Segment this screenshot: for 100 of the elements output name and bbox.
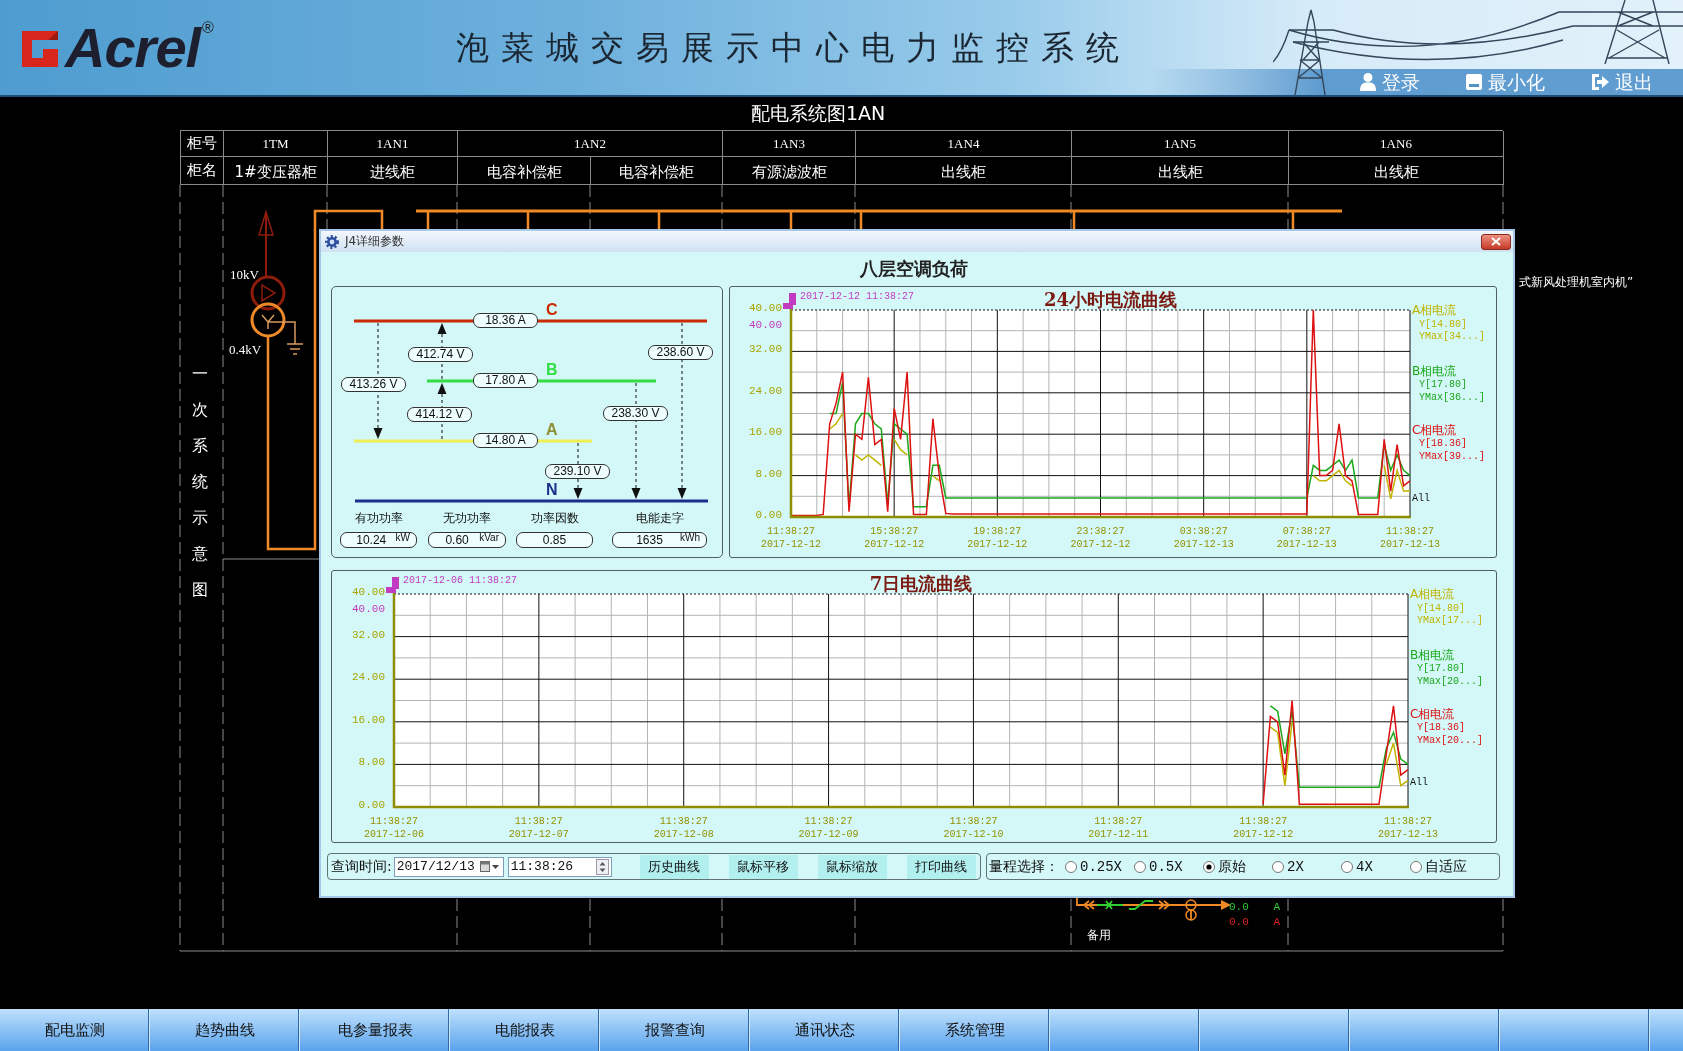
axis-tick-label: 32.00 xyxy=(352,628,385,641)
close-icon xyxy=(1491,237,1501,246)
phase-label: B xyxy=(546,361,558,379)
nav-button[interactable]: 通讯状态 xyxy=(750,1009,900,1051)
dialog-title: J4详细参数 xyxy=(345,233,406,250)
current-reading: 0.0 A xyxy=(1229,900,1281,914)
axis-tick-label: 11:38:27 2017-12-09 xyxy=(798,816,859,840)
close-button[interactable] xyxy=(1481,233,1511,250)
axis-tick-label: 07:38:27 2017-12-13 xyxy=(1276,526,1337,550)
legend-all-button[interactable]: All xyxy=(1412,493,1430,504)
phase-label: A xyxy=(546,421,558,439)
spinner-icon xyxy=(595,858,609,875)
axis-tick-label: 32.00 xyxy=(749,343,782,356)
legend-label: C相电流 xyxy=(1412,422,1457,437)
voltage-reading: 238.60 V xyxy=(648,345,713,360)
cursor-value: 40.00 xyxy=(749,319,782,331)
gear-icon xyxy=(325,234,339,249)
registered-mark: ® xyxy=(202,18,214,36)
voltage-reading: 414.12 V xyxy=(407,407,472,422)
history-curve-button[interactable]: 历史曲线 xyxy=(639,854,709,879)
range-option[interactable]: 4X xyxy=(1341,858,1410,875)
caret-icon xyxy=(491,864,499,869)
chart-title: 24小时电流曲线 xyxy=(1043,289,1178,310)
row-header: 柜名 xyxy=(181,157,224,185)
metric-readout: 1635 kWh xyxy=(612,532,707,548)
nav-button[interactable]: 电参量报表 xyxy=(300,1009,450,1051)
legend-all-button[interactable]: All xyxy=(1410,777,1428,788)
legend-label: C相电流 xyxy=(1410,706,1455,721)
legend-reading: Y[17.80] xyxy=(1417,663,1465,674)
range-option[interactable]: 原始 xyxy=(1203,857,1272,876)
table-cell: 1#变压器柜 xyxy=(224,157,328,185)
axis-tick-label: 16.00 xyxy=(749,426,782,439)
axis-tick-label: 24.00 xyxy=(352,671,385,684)
legend-reading: Y[17.80] xyxy=(1419,379,1467,390)
print-button[interactable]: 打印曲线 xyxy=(906,854,976,879)
range-option[interactable]: 2X xyxy=(1272,858,1341,875)
cursor-time: 2017-12-06 11:38:27 xyxy=(403,575,518,586)
legend-max-reading: YMax[20...] xyxy=(1417,734,1483,746)
row-header: 柜号 xyxy=(181,131,224,157)
legend-label: B相电流 xyxy=(1412,363,1457,378)
axis-tick-label: 11:38:27 2017-12-08 xyxy=(653,816,714,840)
legend-max-reading: YMax[39...] xyxy=(1419,450,1485,462)
table-cell: 电容补偿柜 xyxy=(591,157,723,185)
table-cell: 1AN2 xyxy=(458,131,723,157)
nav-button[interactable]: 报警查询 xyxy=(600,1009,750,1051)
axis-tick-label: 03:38:27 2017-12-13 xyxy=(1173,526,1234,550)
axis-tick-label: 19:38:27 2017-12-12 xyxy=(967,526,1028,550)
legend-reading: Y[14.80] xyxy=(1419,318,1467,330)
voltage-reading: 239.10 V xyxy=(545,464,610,479)
range-label: 量程选择： xyxy=(989,857,1059,876)
minimize-icon xyxy=(1466,74,1482,90)
phase-label: C xyxy=(546,301,558,319)
current-reading: 17.80 A xyxy=(473,373,538,388)
range-option[interactable]: 自适应 xyxy=(1410,857,1479,876)
table-cell: 1AN1 xyxy=(328,131,458,157)
metric-readout: 10.24 kW xyxy=(340,532,417,548)
logo-text: Acrel xyxy=(65,18,201,77)
zoom-button[interactable]: 鼠标缩放 xyxy=(817,854,887,879)
app-title: 泡菜城交易展示中心电力监控系统 xyxy=(456,27,1131,68)
legend-max-reading: YMax[36...] xyxy=(1419,391,1485,403)
metric-label: 有功功率 xyxy=(353,511,404,525)
table-cell: 1AN6 xyxy=(1289,131,1504,157)
axis-tick-label: 8.00 xyxy=(755,467,782,480)
axis-tick-label: 11:38:27 2017-12-11 xyxy=(1088,816,1149,840)
metric-readout: 0.85 xyxy=(516,532,593,548)
diagram-title: 配电系统图1AN xyxy=(750,101,887,126)
axis-tick-label: 11:38:27 2017-12-10 xyxy=(943,816,1004,840)
pan-button[interactable]: 鼠标平移 xyxy=(728,854,798,879)
voltage-reading: 413.26 V xyxy=(341,377,406,392)
nav-button[interactable]: 配电监测 xyxy=(0,1009,150,1051)
time-field[interactable]: 11:38:26 xyxy=(507,856,612,877)
axis-tick-label: 23:38:27 2017-12-12 xyxy=(1070,526,1131,550)
nav-button[interactable]: 趋势曲线 xyxy=(150,1009,300,1051)
table-cell: 出线柜 xyxy=(1072,157,1289,185)
voltage-reading: 238.30 V xyxy=(603,406,668,421)
nav-button[interactable]: 电能报表 xyxy=(450,1009,600,1051)
cursor-handle[interactable] xyxy=(386,577,399,593)
legend-reading: Y[18.36] xyxy=(1417,722,1465,733)
query-label: 查询时间: xyxy=(331,857,392,876)
range-option[interactable]: 0.25X xyxy=(1065,858,1134,875)
table-cell: 出线柜 xyxy=(1289,157,1504,185)
table-cell: 1AN5 xyxy=(1072,131,1289,157)
current-reading: 18.36 A xyxy=(473,313,538,328)
metric-label: 无功功率 xyxy=(442,511,492,525)
panel-heading: 八层空调负荷 xyxy=(858,257,969,281)
chart-title: 7日电流曲线 xyxy=(869,573,973,594)
legend-max-reading: YMax[17...] xyxy=(1417,615,1483,626)
date-field[interactable]: 2017/12/13 xyxy=(393,856,504,877)
voltage-label: 10kV xyxy=(230,267,259,282)
range-option[interactable]: 0.5X xyxy=(1134,858,1203,875)
legend-label: A相电流 xyxy=(1410,587,1455,601)
axis-tick-label: 24.00 xyxy=(749,384,782,397)
nav-button[interactable]: 系统管理 xyxy=(900,1009,1050,1051)
cursor-handle[interactable] xyxy=(783,293,796,309)
table-cell: 进线柜 xyxy=(328,157,458,185)
table-cell: 有源滤波柜 xyxy=(723,157,856,185)
legend-label: A相电流 xyxy=(1412,303,1457,317)
axis-tick-label: 11:38:27 2017-12-07 xyxy=(508,816,569,840)
table-cell: 1TM xyxy=(224,131,328,157)
exit-icon xyxy=(1591,74,1609,90)
